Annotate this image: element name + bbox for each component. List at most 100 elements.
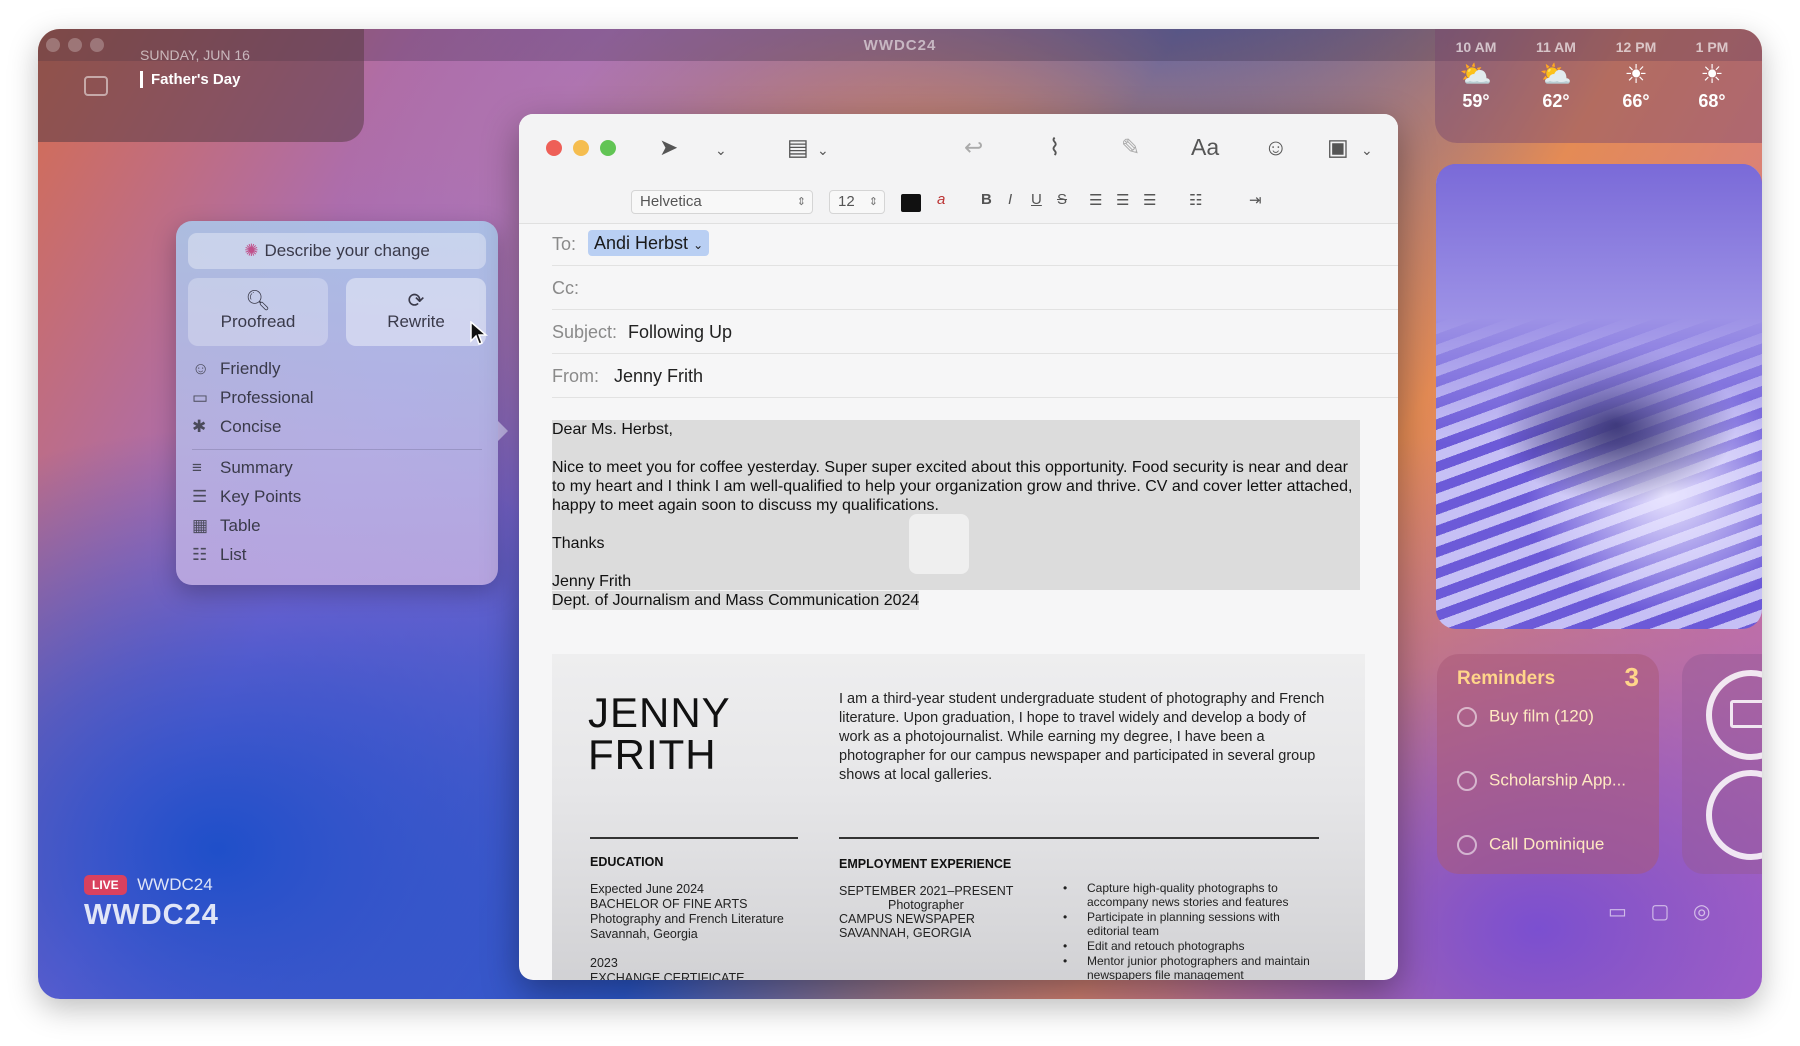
text-color-swatch[interactable] <box>901 194 921 212</box>
format-table[interactable]: ▦ Table <box>192 516 261 536</box>
tone-professional[interactable]: ▭ Professional <box>192 388 314 408</box>
strikethrough-icon[interactable]: S <box>1057 191 1067 208</box>
body-line[interactable]: to my heart and I think I am well-qualif… <box>552 477 1352 496</box>
airplay-icon[interactable]: ▭ <box>1608 901 1627 923</box>
signature-dept[interactable]: Dept. of Journalism and Mass Communicati… <box>552 591 920 610</box>
subject-row[interactable]: Subject: Following Up <box>552 312 1398 354</box>
resume-last-name: FRITH <box>588 731 717 778</box>
weather-time: 10 AM <box>1455 39 1497 55</box>
list-icon: ☷ <box>192 545 208 564</box>
body-greeting[interactable]: Dear Ms. Herbst, <box>552 420 673 439</box>
format-list[interactable]: ☷ List <box>192 545 246 565</box>
weather-temp: 62° <box>1542 91 1570 111</box>
tone-friendly[interactable]: ☺ Friendly <box>192 359 280 379</box>
highlight-color-icon[interactable]: a <box>937 191 945 208</box>
rewrite-button[interactable]: ⟳ Rewrite <box>346 278 486 346</box>
reminder-item[interactable]: Scholarship App... <box>1457 770 1626 791</box>
subject-field[interactable]: Following Up <box>628 322 732 343</box>
reply-icon[interactable]: ↩ <box>964 134 983 161</box>
zoom-button[interactable] <box>600 140 616 156</box>
chevron-down-icon[interactable]: ⌄ <box>1361 142 1373 159</box>
resume-text: SEPTEMBER 2021–PRESENT <box>839 884 1014 898</box>
checkbox-circle-icon[interactable] <box>1457 706 1477 727</box>
bullet-list-icon[interactable]: ☷ <box>1189 191 1202 209</box>
body-line[interactable]: happy to meet again soon to discuss my q… <box>552 496 939 515</box>
rewrite-label: Rewrite <box>387 312 445 331</box>
describe-change-label: Describe your change <box>264 241 430 260</box>
font-select[interactable]: Helvetica ⇕ <box>631 190 813 214</box>
font-size-select[interactable]: 12 ⇕ <box>829 190 885 214</box>
format-label: List <box>220 545 247 564</box>
align-right-icon[interactable]: ☰ <box>1143 191 1156 209</box>
magnifier-icon: 🔍︎ <box>245 290 271 312</box>
weather-temp: 59° <box>1462 91 1490 111</box>
calendar-date: SUNDAY, JUN 16 <box>140 47 250 63</box>
recipient-chip[interactable]: Andi Herbst ⌄ <box>588 230 710 256</box>
table-icon: ▦ <box>192 516 209 535</box>
align-center-icon[interactable]: ☰ <box>1116 191 1129 209</box>
reminders-widget[interactable]: Reminders 3 Buy film (120) Scholarship A… <box>1437 654 1659 874</box>
reminder-label: Scholarship App... <box>1489 770 1627 790</box>
minimize-button[interactable] <box>573 140 589 156</box>
batteries-widget[interactable] <box>1682 654 1762 874</box>
mail-compose-window: ➤ ⌄ ▤ ⌄ ↩ ⌇ ✎ Aa ☺ ▣ ⌄ Helvetica ⇕ 12 ⇕ a … <box>519 114 1398 980</box>
rewrite-icon: ⟳ <box>407 290 425 312</box>
weather-widget[interactable]: 10 AM ⛅ 59° 11 AM ⛅ 62° 12 PM ☀ 66° 1 PM… <box>1435 29 1762 143</box>
reminder-item[interactable]: Call Dominique <box>1457 834 1604 855</box>
underline-icon[interactable]: U <box>1031 191 1042 208</box>
photo-browser-icon[interactable]: ▣ <box>1327 134 1349 161</box>
format-summary[interactable]: ≡ Summary <box>192 458 293 478</box>
resume-text: Expected June 2024 <box>590 882 704 896</box>
reminder-label: Call Dominique <box>1489 834 1605 854</box>
weather-time: 11 AM <box>1536 39 1576 55</box>
italic-icon[interactable]: I <box>1008 191 1012 208</box>
indent-icon[interactable]: ⇥ <box>1249 191 1262 209</box>
signature-name[interactable]: Jenny Frith <box>552 572 631 591</box>
sun-icon: ☀ <box>1624 59 1648 89</box>
desktop: WWDC24 SUNDAY, JUN 16 Father's Day 10 AM… <box>38 29 1762 999</box>
checkbox-circle-icon[interactable] <box>1457 770 1477 791</box>
body-thanks[interactable]: Thanks <box>552 534 604 553</box>
smiley-icon: ☺ <box>192 359 210 378</box>
bold-icon[interactable]: B <box>981 191 992 208</box>
cc-row[interactable]: Cc: <box>552 268 1398 310</box>
calendar-event[interactable]: Father's Day <box>140 71 240 88</box>
resume-name: JENNY FRITH <box>588 692 731 776</box>
panel-pointer <box>498 421 508 441</box>
body-line[interactable]: Nice to meet you for coffee yesterday. S… <box>552 458 1348 477</box>
employment-heading: EMPLOYMENT EXPERIENCE <box>839 857 1012 871</box>
from-field[interactable]: Jenny Frith <box>614 366 703 387</box>
chevron-down-icon[interactable]: ⌄ <box>817 142 829 159</box>
markup-icon[interactable]: ✎ <box>1121 134 1140 161</box>
tone-label: Concise <box>220 417 282 436</box>
format-key-points[interactable]: ☰ Key Points <box>192 487 301 507</box>
laptop-battery-icon <box>1706 670 1762 760</box>
weather-time: 12 PM <box>1615 39 1657 55</box>
calendar-widget[interactable]: SUNDAY, JUN 16 Father's Day <box>38 29 364 142</box>
resume-attachment[interactable]: JENNY FRITH I am a third-year student un… <box>552 654 1365 980</box>
reminder-item[interactable]: Buy film (120) <box>1457 706 1594 727</box>
align-left-icon[interactable]: ☰ <box>1089 191 1102 209</box>
resume-bullet: Mentor junior photographers and maintain… <box>1063 954 1317 980</box>
resume-first-name: JENNY <box>588 689 731 736</box>
close-button[interactable] <box>546 140 562 156</box>
header-fields-icon[interactable]: ▤ <box>787 134 809 161</box>
photo-widget[interactable] <box>1436 164 1762 629</box>
audio-icon[interactable]: ◎ <box>1693 901 1710 923</box>
describe-change-input[interactable]: ✺ Describe your change <box>188 233 486 269</box>
tone-concise[interactable]: ✱ Concise <box>192 417 281 437</box>
chat-icon[interactable]: ▢ <box>1650 901 1669 923</box>
resume-bullet: Participate in planning sessions with ed… <box>1063 910 1317 938</box>
checkbox-circle-icon[interactable] <box>1457 834 1477 855</box>
from-row[interactable]: From: Jenny Frith <box>552 356 1398 398</box>
paperclip-icon[interactable]: ⌇ <box>1049 134 1060 161</box>
format-text-icon[interactable]: Aa <box>1191 134 1219 161</box>
send-icon[interactable]: ➤ <box>659 134 678 161</box>
to-row[interactable]: To: Andi Herbst ⌄ <box>552 224 1398 266</box>
resume-text: SAVANNAH, GEORGIA <box>839 926 972 940</box>
chevron-down-icon[interactable]: ⌄ <box>715 142 727 159</box>
emoji-icon[interactable]: ☺ <box>1264 134 1287 161</box>
key-points-icon: ☰ <box>192 487 208 506</box>
sparkle-icon: ✺ <box>244 241 259 260</box>
proofread-button[interactable]: 🔍︎ Proofread <box>188 278 328 346</box>
